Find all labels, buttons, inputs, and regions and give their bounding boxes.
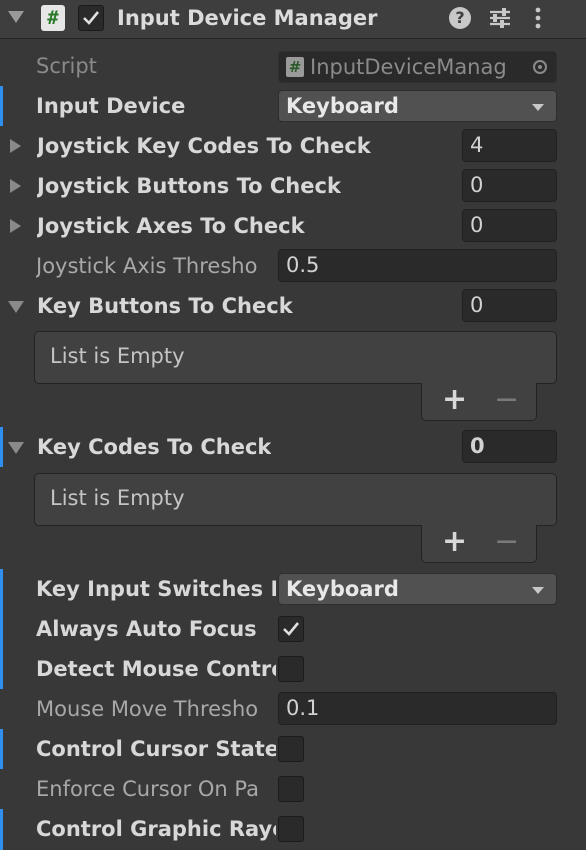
key-input-switches-row: Key Input Switches M Keyboard [0,569,586,609]
script-label: Script [36,54,97,78]
modified-indicator [0,729,3,769]
script-row: Script # InputDeviceManag [0,46,586,86]
joystick-axis-threshold-label: Joystick Axis Thresho [36,254,258,278]
control-cursor-state-row: Control Cursor State [0,729,586,769]
joystick-buttons-label: Joystick Buttons To Check [37,174,341,198]
input-device-label: Input Device [36,94,186,118]
mouse-move-threshold-label: Mouse Move Thresho [36,697,259,721]
key-buttons-list: List is Empty [34,331,557,384]
key-buttons-size[interactable]: 0 [462,289,557,322]
chevron-down-icon [532,104,544,111]
detect-mouse-controls-label: Detect Mouse Contro [36,657,276,681]
key-codes-row[interactable]: Key Codes To Check 0 [0,427,586,467]
joystick-axis-threshold-input[interactable]: 0.5 [278,249,557,282]
component-enabled-checkbox[interactable] [78,5,104,31]
joystick-axis-threshold-row: Joystick Axis Thresho 0.5 [0,246,586,286]
input-device-row: Input Device Keyboard [0,86,586,126]
key-codes-label: Key Codes To Check [37,435,272,459]
joystick-key-codes-row[interactable]: Joystick Key Codes To Check 4 [0,126,586,166]
enforce-cursor-on-pause-row: Enforce Cursor On Pa [0,769,586,809]
remove-element-button[interactable]: − [494,527,519,557]
always-auto-focus-row: Always Auto Focus [0,609,586,649]
key-input-switches-dropdown[interactable]: Keyboard [278,573,557,605]
add-element-button[interactable]: + [442,385,467,415]
chevron-down-icon[interactable] [8,11,24,23]
joystick-axes-size[interactable]: 0 [462,209,557,242]
always-auto-focus-checkbox[interactable] [278,616,304,642]
chevron-down-icon [532,587,544,594]
expand-arrow-icon[interactable] [10,219,21,233]
empty-list-text: List is Empty [50,344,185,368]
mouse-move-threshold-row: Mouse Move Thresho 0.1 [0,689,586,729]
detect-mouse-controls-row: Detect Mouse Contro [0,649,586,689]
modified-indicator [0,86,3,126]
key-codes-list-footer: + − [421,525,537,563]
joystick-buttons-size[interactable]: 0 [462,169,557,202]
collapse-arrow-icon[interactable] [8,301,24,313]
enforce-cursor-on-pause-checkbox[interactable] [278,776,304,802]
preset-icon[interactable] [488,6,512,30]
key-buttons-label: Key Buttons To Check [37,294,293,318]
modified-indicator [0,427,3,467]
script-icon: # [41,5,65,31]
control-cursor-state-checkbox[interactable] [278,736,304,762]
object-picker-icon[interactable] [533,60,547,74]
modified-indicator [0,809,3,850]
modified-indicator [0,609,3,649]
mouse-move-threshold-input[interactable]: 0.1 [278,692,557,725]
script-object-field[interactable]: # InputDeviceManag [278,51,557,83]
empty-list-text: List is Empty [50,486,185,510]
joystick-buttons-row[interactable]: Joystick Buttons To Check 0 [0,166,586,206]
detect-mouse-controls-checkbox[interactable] [278,656,304,682]
menu-icon[interactable] [530,6,546,30]
script-icon: # [286,57,304,77]
collapse-arrow-icon[interactable] [8,442,24,454]
key-input-switches-label: Key Input Switches M [36,577,276,601]
modified-indicator [0,569,3,609]
control-graphic-raycasters-label: Control Graphic Rayc [36,817,276,841]
control-graphic-raycasters-checkbox[interactable] [278,816,304,842]
control-graphic-raycasters-row: Control Graphic Rayc [0,809,586,850]
component-header: # Input Device Manager ? [0,0,586,39]
help-icon[interactable]: ? [449,7,471,29]
joystick-key-codes-size[interactable]: 4 [462,129,557,162]
joystick-key-codes-label: Joystick Key Codes To Check [37,134,371,158]
always-auto-focus-label: Always Auto Focus [36,617,257,641]
modified-indicator [0,649,3,689]
joystick-axes-label: Joystick Axes To Check [37,214,305,238]
remove-element-button[interactable]: − [494,385,519,415]
checkmark-icon [83,11,100,25]
key-codes-list: List is Empty [34,473,557,526]
component-title: Input Device Manager [117,6,378,30]
joystick-axes-row[interactable]: Joystick Axes To Check 0 [0,206,586,246]
input-device-dropdown[interactable]: Keyboard [278,90,557,122]
key-buttons-row[interactable]: Key Buttons To Check 0 [0,286,586,326]
expand-arrow-icon[interactable] [10,179,21,193]
expand-arrow-icon[interactable] [10,139,21,153]
add-element-button[interactable]: + [442,527,467,557]
checkmark-icon [283,622,300,636]
control-cursor-state-label: Control Cursor State [36,737,276,761]
enforce-cursor-on-pause-label: Enforce Cursor On Pa [36,777,259,801]
key-codes-size[interactable]: 0 [462,430,557,463]
key-buttons-list-footer: + − [421,383,537,421]
